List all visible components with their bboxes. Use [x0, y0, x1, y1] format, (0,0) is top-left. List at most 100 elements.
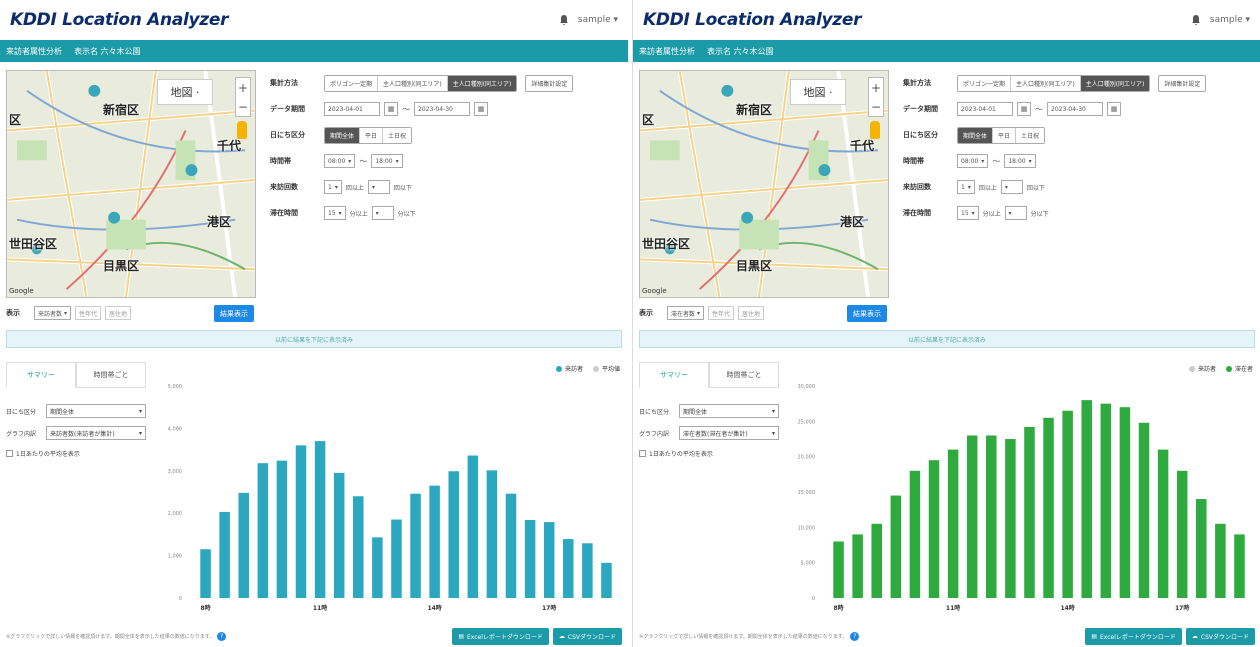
zoom-out-icon[interactable]: − — [871, 101, 881, 113]
day-option[interactable]: 平日 — [360, 127, 384, 143]
chart-bar[interactable] — [871, 523, 882, 598]
bell-icon[interactable] — [558, 14, 570, 26]
chart-bar[interactable] — [295, 445, 307, 598]
chart-bar[interactable] — [391, 519, 402, 598]
chart-bar[interactable] — [909, 470, 921, 598]
chart-bar[interactable] — [314, 441, 326, 598]
average-checkbox[interactable] — [6, 449, 13, 457]
calendar-icon[interactable]: ▦ — [1017, 102, 1031, 116]
nav-item-analysis[interactable]: 来訪者属性分析 — [6, 46, 62, 57]
show-results-button[interactable]: 結果表示 — [847, 305, 887, 322]
chart-bar[interactable] — [219, 511, 230, 598]
chart-graph-select[interactable]: 滞在者数(滞在者が集計) ▾ — [679, 426, 779, 440]
tab-summary[interactable]: サマリー — [6, 362, 76, 388]
nav-item-place[interactable]: 表示名 六々木公園 — [707, 46, 774, 57]
method-option[interactable]: 主人口種別(同エリア) — [1080, 75, 1150, 91]
average-checkbox[interactable] — [639, 449, 646, 457]
chart-bar[interactable] — [257, 463, 269, 598]
date-to-input[interactable]: 2023-04-30 — [414, 102, 470, 116]
day-option[interactable]: 平日 — [993, 127, 1017, 143]
chart-bar[interactable] — [543, 522, 555, 598]
help-icon[interactable]: ? — [217, 631, 227, 641]
display-residence-select[interactable]: 居住地 — [104, 306, 131, 320]
calendar-icon[interactable]: ▦ — [474, 102, 488, 116]
chart-bar[interactable] — [448, 471, 459, 598]
user-menu[interactable]: sample ▾ — [558, 14, 618, 26]
chart-bar[interactable] — [429, 485, 440, 598]
display-metric-select[interactable]: 滞在者数 ▾ — [667, 306, 704, 320]
chart-bar[interactable] — [582, 543, 593, 598]
calendar-icon[interactable]: ▦ — [1107, 102, 1121, 116]
excel-download-button[interactable]: ▤ Excelレポートダウンロード — [1085, 627, 1182, 645]
bell-icon[interactable] — [1190, 14, 1202, 26]
display-metric-select[interactable]: 来訪者数 ▾ — [34, 306, 71, 320]
zoom-control[interactable]: + − — [235, 77, 251, 117]
user-name[interactable]: sample ▾ — [578, 15, 618, 25]
method-option[interactable]: ポリゴン一定期 — [958, 75, 1012, 91]
method-option[interactable]: 主人口種別(同エリア) — [378, 75, 448, 91]
time-from-select[interactable]: 08:00 ▾ — [324, 154, 356, 168]
chart-bar[interactable] — [1043, 417, 1054, 598]
chart-bar[interactable] — [505, 493, 517, 598]
chart-bar[interactable] — [890, 495, 902, 598]
pegman-icon[interactable] — [870, 121, 880, 139]
day-option[interactable]: 期間全体 — [958, 127, 994, 143]
zoom-control[interactable]: + − — [868, 77, 884, 117]
method-option[interactable]: 主人口種別(同エリア) — [1011, 75, 1081, 91]
chart-bar[interactable] — [1176, 470, 1188, 598]
chart-bar[interactable] — [467, 455, 479, 598]
zoom-in-icon[interactable]: + — [238, 82, 248, 94]
chart-bar[interactable] — [1138, 422, 1150, 598]
legend-item[interactable]: 来訪者 — [555, 364, 583, 373]
zoom-in-icon[interactable]: + — [871, 82, 881, 94]
zoom-out-icon[interactable]: − — [238, 101, 248, 113]
time-to-select[interactable]: 18:00 ▾ — [371, 154, 403, 168]
detail-settings-button[interactable]: 詳細集計設定 — [525, 74, 574, 92]
visit-to-select[interactable]: ▾ — [367, 180, 390, 194]
nav-item-analysis[interactable]: 来訪者属性分析 — [639, 46, 695, 57]
nav-item-place[interactable]: 表示名 六々木公園 — [74, 46, 141, 57]
bar-chart[interactable]: 0 5,000 10,000 15,000 20,000 25,000 30,000 8時 11… — [793, 376, 1255, 617]
user-name[interactable]: sample ▾ — [1210, 15, 1250, 25]
chart-day-select[interactable]: 期間全体 ▾ — [46, 404, 146, 418]
date-from-input[interactable]: 2023-04-01 — [957, 102, 1013, 116]
chart-bar[interactable] — [410, 493, 421, 598]
legend-item[interactable]: 滞在者 — [1225, 364, 1253, 373]
chart-bar[interactable] — [200, 549, 211, 598]
average-checkbox-row[interactable]: 1日あたりの平均を表示 — [6, 444, 156, 462]
show-results-button[interactable]: 結果表示 — [214, 305, 254, 322]
chart-bar[interactable] — [276, 460, 288, 598]
visit-to-select[interactable]: ▾ — [1000, 180, 1023, 194]
chart-bar[interactable] — [1234, 534, 1245, 598]
stay-from-select[interactable]: 15 ▾ — [324, 206, 346, 220]
chart-bar[interactable] — [372, 537, 383, 598]
map[interactable]: 新宿区 区 千代 港区 世田谷区 目黒区 地図 · + − Google — [639, 70, 889, 298]
chart-bar[interactable] — [1081, 400, 1092, 598]
excel-download-button[interactable]: ▤ Excelレポートダウンロード — [452, 627, 549, 645]
chart-bar[interactable] — [833, 541, 844, 598]
app-logo[interactable]: KDDI Location Analyzer — [643, 10, 862, 30]
chart-bar[interactable] — [1005, 439, 1016, 598]
map-type-button[interactable]: 地図 · — [790, 79, 846, 105]
stay-to-select[interactable]: ▾ — [1004, 206, 1027, 220]
detail-settings-button[interactable]: 詳細集計設定 — [1158, 74, 1207, 92]
chart-bar[interactable] — [1100, 403, 1112, 598]
chart-graph-select[interactable]: 来訪者数(来訪者が集計) ▾ — [46, 426, 146, 440]
chart-bar[interactable] — [333, 472, 345, 598]
app-logo[interactable]: KDDI Location Analyzer — [10, 10, 229, 30]
pegman-icon[interactable] — [237, 121, 247, 139]
chart-bar[interactable] — [966, 435, 978, 598]
date-to-input[interactable]: 2023-04-30 — [1047, 102, 1103, 116]
map[interactable]: 新宿区 区 千代 港区 世田谷区 目黒区 地図 · + − Google — [6, 70, 256, 298]
time-to-select[interactable]: 18:00 ▾ — [1004, 154, 1036, 168]
help-icon[interactable]: ? — [850, 631, 860, 641]
user-menu[interactable]: sample ▾ — [1190, 14, 1250, 26]
average-checkbox-row[interactable]: 1日あたりの平均を表示 — [639, 444, 789, 462]
time-from-select[interactable]: 08:00 ▾ — [957, 154, 989, 168]
chart-day-select[interactable]: 期間全体 ▾ — [679, 404, 779, 418]
chart-bar[interactable] — [601, 562, 612, 598]
legend-item[interactable]: 平均値 — [592, 364, 620, 373]
stay-to-select[interactable]: ▾ — [371, 206, 394, 220]
visit-from-select[interactable]: 1 ▾ — [957, 180, 975, 194]
chart-bar[interactable] — [986, 435, 997, 598]
